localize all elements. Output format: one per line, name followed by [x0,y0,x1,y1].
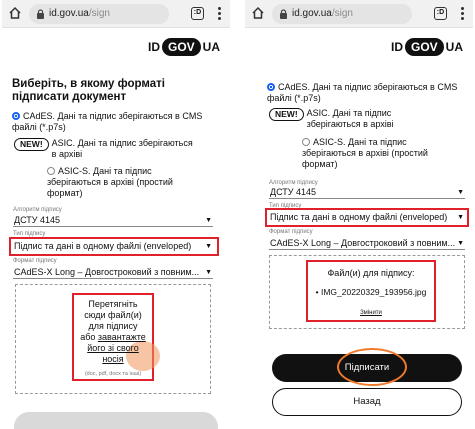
signature-format-label: Формат підпису [269,229,313,235]
url-text: id.gov.ua/sign [49,8,110,19]
algorithm-label: Алгоритм підпису [13,207,62,213]
radio-unselected-icon[interactable] [47,167,55,175]
dropdown-arrow-icon: ▼ [205,217,212,224]
new-badge: NEW! [14,138,49,151]
option-asic-s-label: ASIC-S. Дані та підпис зберігаються в ар… [302,137,428,169]
selected-files-area: Файл(и) для підпису: • IMG_20220329_1939… [269,255,465,329]
file-list-item: • IMG_20220329_193956.jpg [315,287,427,297]
option-asic-s-label: ASIC-S. Дані та підпис зберігаються в ар… [47,166,173,198]
dropdown-arrow-icon: ▼ [457,240,464,247]
radio-selected-icon[interactable] [267,83,275,91]
option-asic-e-label: ASIC. Дані та підпис зберігаються в архі… [306,108,394,129]
dropzone-hint: (doc, pdf, docx та інші) [84,371,142,377]
lock-icon [37,9,44,19]
signature-format-label: Формат підпису [13,258,57,264]
tabs-icon[interactable]: :D [191,7,204,20]
screen-left: id.gov.ua/sign :D ID GOV UA Виберіть, в як… [2,0,230,429]
more-menu-icon[interactable] [218,7,222,21]
option-cades-label: CAdES. Дані та підпис зберігаються в CMS… [12,111,203,132]
upload-link[interactable]: завантажте [98,332,146,342]
dropdown-arrow-icon: ▼ [457,189,464,196]
id-gov-ua-logo: ID GOV UA [147,38,220,56]
radio-unselected-icon[interactable] [302,138,310,146]
tap-marker [337,348,407,386]
page-title: Виберіть, в якому форматі підписати доку… [12,78,165,103]
algorithm-select[interactable]: ДСТУ 4145 ▼ [13,214,213,227]
address-field[interactable]: id.gov.ua/sign [272,4,412,24]
option-cades[interactable]: CAdES. Дані та підпис зберігаються в CMS… [12,111,222,133]
option-asic-e[interactable]: NEW! ASIC. Дані та підпис зберігаються в … [14,138,224,160]
tabs-icon[interactable]: :D [434,7,447,20]
highlight-box [9,237,219,256]
browser-url-bar: id.gov.ua/sign :D [2,0,230,28]
option-asic-e[interactable]: NEW! ASIC. Дані та підпис зберігаються в … [269,108,469,130]
highlight-box [265,208,469,227]
upload-link-2[interactable]: його зі свого [74,343,152,354]
upload-link-3[interactable]: носія [74,354,152,365]
algorithm-select[interactable]: ДСТУ 4145 ▼ [269,186,465,199]
more-menu-icon[interactable] [461,7,465,21]
browser-url-bar: id.gov.ua/sign :D [245,0,473,28]
dropdown-arrow-icon: ▼ [205,269,212,276]
lock-icon [280,9,287,19]
option-asic-e-label: ASIC. Дані та підпис зберігаються в архі… [51,138,193,159]
home-icon[interactable] [8,6,22,20]
signature-format-select[interactable]: CAdES-X Long – Довгостроковий з повним..… [269,237,465,250]
dropzone-instructions: Перетягніть сюди файл(и) для підпису або… [74,299,152,365]
option-cades[interactable]: CAdES. Дані та підпис зберігаються в CMS… [267,82,467,104]
address-field[interactable]: id.gov.ua/sign [29,4,169,24]
change-files-link[interactable]: Змінити [308,308,434,319]
radio-selected-icon[interactable] [12,112,20,120]
option-asic-s[interactable]: ASIC-S. Дані та підпис зберігаються в ар… [47,166,197,199]
home-icon[interactable] [251,6,265,20]
option-asic-s[interactable]: ASIC-S. Дані та підпис зберігаються в ар… [302,137,452,170]
disabled-sign-button [14,412,218,429]
back-button[interactable]: Назад [272,388,462,416]
signature-format-select[interactable]: CAdES-X Long – Довгостроковий з повним..… [13,266,213,279]
new-badge: NEW! [269,108,304,121]
id-gov-ua-logo: ID GOV UA [390,38,463,56]
url-text: id.gov.ua/sign [292,8,353,19]
file-dropzone[interactable]: Перетягніть сюди файл(и) для підпису або… [15,284,211,394]
screen-right: id.gov.ua/sign :D ID GOV UA CAdES. Дані та… [245,0,473,429]
files-title: Файл(и) для підпису: [327,268,415,278]
option-cades-label: CAdES. Дані та підпис зберігаються в CMS… [267,82,458,103]
